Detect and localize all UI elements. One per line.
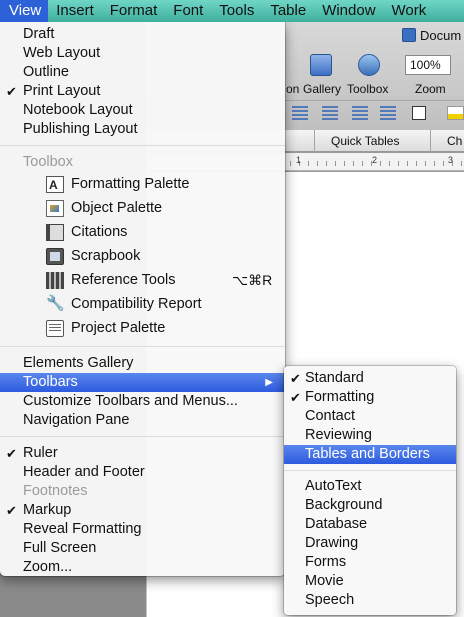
toolbar-divider: [285, 100, 464, 101]
menu-item-reference-tools[interactable]: Reference Tools ⌥⌘R: [0, 268, 285, 292]
ruler-number: 1: [296, 155, 302, 165]
toolbar-label-toolbox: Toolbox: [347, 82, 389, 96]
checkmark-icon: ✔: [6, 84, 17, 99]
menu-item-web-layout[interactable]: Web Layout: [0, 44, 285, 63]
tab-quick-tables[interactable]: Quick Tables: [314, 130, 424, 152]
menu-separator: [0, 346, 285, 347]
menu-item-print-layout[interactable]: ✔ Print Layout: [0, 82, 285, 101]
checkmark-icon: ✔: [290, 371, 301, 386]
menu-item-citations[interactable]: Citations: [0, 220, 285, 244]
menu-header-toolbox: Toolbox: [23, 154, 73, 170]
submenu-item-autotext[interactable]: AutoText: [284, 477, 456, 496]
menu-item-outline[interactable]: Outline: [0, 63, 285, 82]
submenu-item-tables-borders[interactable]: Tables and Borders: [284, 445, 456, 464]
highlight-icon[interactable]: [447, 106, 464, 120]
menu-item-scrapbook[interactable]: Scrapbook: [0, 244, 285, 268]
ruler-number: 3: [448, 155, 454, 165]
menu-item-full-screen[interactable]: Full Screen: [0, 539, 285, 558]
project-palette-icon: [46, 320, 64, 337]
scrapbook-icon: [46, 248, 64, 265]
menu-separator: [0, 145, 285, 146]
tab-charts[interactable]: Ch: [430, 130, 464, 152]
menu-item-footnotes: Footnotes: [23, 483, 88, 499]
submenu-item-forms[interactable]: Forms: [284, 553, 456, 572]
menubar: View Insert Format Font Tools Table Wind…: [0, 0, 464, 22]
reference-tools-icon: [46, 272, 64, 289]
menu-table[interactable]: Table: [262, 0, 314, 22]
menu-separator: [284, 470, 456, 471]
toolbar-label-zoom: Zoom: [415, 82, 446, 96]
wrench-icon: [46, 292, 65, 316]
submenu-item-database[interactable]: Database: [284, 515, 456, 534]
menu-item-notebook-layout[interactable]: Notebook Layout: [0, 101, 285, 120]
submenu-item-standard[interactable]: ✔ Standard: [284, 369, 456, 388]
checkmark-icon: ✔: [6, 446, 17, 461]
document-title-text: Docum: [420, 28, 462, 43]
formatting-palette-icon: [46, 173, 64, 197]
menu-format[interactable]: Format: [102, 0, 166, 22]
menu-item-formatting-palette[interactable]: Formatting Palette: [0, 172, 285, 197]
zoom-field[interactable]: 100%: [405, 55, 451, 75]
submenu-item-drawing[interactable]: Drawing: [284, 534, 456, 553]
menu-item-object-palette[interactable]: Object Palette: [0, 196, 285, 220]
borders-icon[interactable]: [412, 106, 426, 120]
object-palette-icon: [46, 200, 64, 217]
document-title: Docum: [402, 28, 461, 43]
submenu-item-contact[interactable]: Contact: [284, 407, 456, 426]
checkmark-icon: ✔: [6, 503, 17, 518]
submenu-item-speech[interactable]: Speech: [284, 591, 456, 610]
ruler-number: 2: [372, 155, 378, 165]
menu-tools[interactable]: Tools: [211, 0, 262, 22]
menu-insert[interactable]: Insert: [48, 0, 102, 22]
menu-view[interactable]: View: [0, 0, 49, 22]
submenu-arrow-icon: ▶: [265, 377, 273, 388]
submenu-item-formatting[interactable]: ✔ Formatting: [284, 388, 456, 407]
menu-font[interactable]: Font: [165, 0, 211, 22]
submenu-item-reviewing[interactable]: Reviewing: [284, 426, 456, 445]
submenu-item-background[interactable]: Background: [284, 496, 456, 515]
view-menu: Draft Web Layout Outline ✔ Print Layout N…: [0, 22, 285, 576]
menu-item-zoom[interactable]: Zoom...: [0, 558, 285, 577]
menu-separator: [0, 436, 285, 437]
toolbar-label-gallery: Gallery: [303, 82, 342, 96]
menu-work[interactable]: Work: [384, 0, 435, 22]
submenu-item-movie[interactable]: Movie: [284, 572, 456, 591]
citations-icon: [46, 224, 64, 241]
toolbars-submenu: ✔ Standard ✔ Formatting Contact Reviewing …: [284, 366, 456, 615]
menu-item-toolbars[interactable]: Toolbars ▶: [0, 373, 285, 392]
outdent-icon[interactable]: [352, 106, 368, 120]
toolbar-label-fragment: on: [286, 82, 300, 96]
menu-item-markup[interactable]: ✔ Markup: [0, 501, 285, 520]
toolbox-icon[interactable]: [358, 54, 380, 76]
menu-item-header-footer[interactable]: Header and Footer: [0, 463, 285, 482]
menu-item-compatibility-report[interactable]: Compatibility Report: [0, 292, 285, 316]
indent-icon[interactable]: [380, 106, 396, 120]
menu-item-publishing-layout[interactable]: Publishing Layout: [0, 120, 285, 139]
menu-item-draft[interactable]: Draft: [0, 25, 285, 44]
menu-item-navigation-pane[interactable]: Navigation Pane: [0, 411, 285, 430]
menu-item-reveal-formatting[interactable]: Reveal Formatting: [0, 520, 285, 539]
menu-item-ruler[interactable]: ✔ Ruler: [0, 444, 285, 463]
bullets-icon[interactable]: [292, 106, 308, 120]
menu-window[interactable]: Window: [314, 0, 383, 22]
menu-item-elements-gallery[interactable]: Elements Gallery: [0, 354, 285, 373]
shortcut-reference-tools: ⌥⌘R: [232, 272, 273, 288]
menu-item-project-palette[interactable]: Project Palette: [0, 316, 285, 340]
checkmark-icon: ✔: [290, 390, 301, 405]
numbering-icon[interactable]: [322, 106, 338, 120]
menu-item-customize-toolbars[interactable]: Customize Toolbars and Menus...: [0, 392, 285, 411]
document-icon: [402, 28, 416, 42]
gallery-icon[interactable]: [310, 54, 332, 76]
